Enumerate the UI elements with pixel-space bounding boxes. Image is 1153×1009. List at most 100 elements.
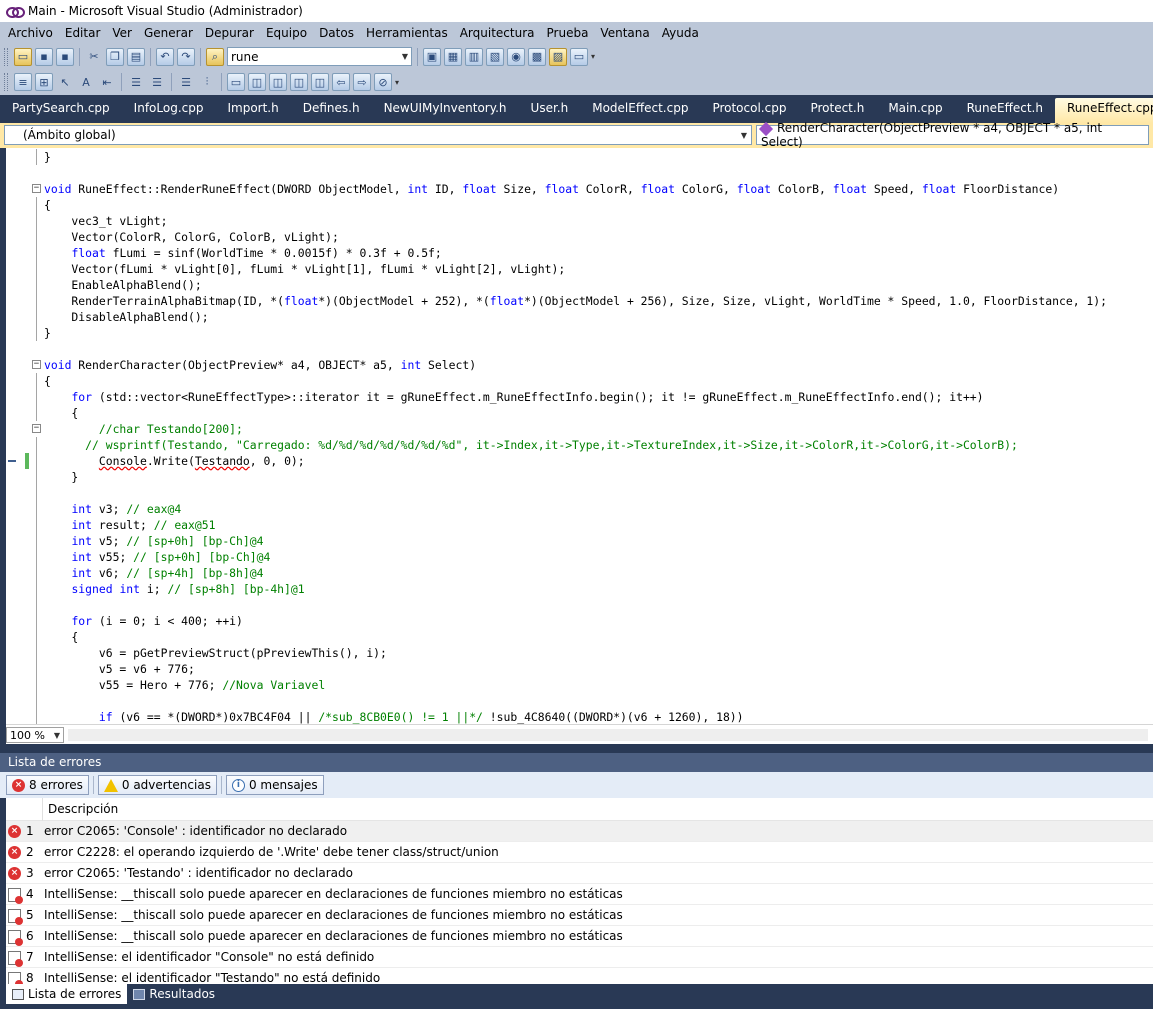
team-explorer-icon[interactable]: ▩: [528, 47, 546, 66]
table-row[interactable]: × 1 error C2065: 'Console' : identificad…: [6, 821, 1153, 842]
tab-output[interactable]: Resultados: [127, 984, 221, 1004]
complete-word-icon[interactable]: A: [77, 73, 95, 91]
tab-partysearch-cpp[interactable]: PartySearch.cpp: [0, 98, 122, 123]
chevron-down-icon[interactable]: ▼: [741, 131, 747, 140]
save-icon[interactable]: ▪: [35, 47, 53, 66]
align-left-icon[interactable]: ☰: [127, 73, 145, 91]
table-row[interactable]: 8 IntelliSense: el identificador "Testan…: [6, 968, 1153, 984]
table-row[interactable]: 6 IntelliSense: __thiscall solo puede ap…: [6, 926, 1153, 947]
member-dropdown[interactable]: RenderCharacter(ObjectPreview * a4, OBJE…: [756, 121, 1149, 149]
open-folder-icon[interactable]: ▭: [14, 47, 32, 66]
align-right-icon[interactable]: ☰: [148, 73, 166, 91]
comment-icon[interactable]: ☰: [177, 73, 195, 91]
table-row[interactable]: × 3 error C2065: 'Testando' : identifica…: [6, 863, 1153, 884]
next-bookmark-icon[interactable]: ◫: [269, 73, 287, 91]
menu-ver[interactable]: Ver: [106, 22, 138, 44]
collapse-icon[interactable]: −: [32, 360, 41, 369]
menu-ventana[interactable]: Ventana: [594, 22, 655, 44]
object-browser-icon[interactable]: ▥: [465, 47, 483, 66]
table-row[interactable]: × 2 error C2228: el operando izquierdo d…: [6, 842, 1153, 863]
menu-editar[interactable]: Editar: [59, 22, 107, 44]
code-line: EnableAlphaBlend();: [6, 277, 1153, 293]
warnings-filter-button[interactable]: 0 advertencias: [97, 775, 217, 795]
horizontal-scrollbar[interactable]: [68, 729, 1148, 741]
messages-filter-label: 0 mensajes: [248, 778, 318, 792]
code-line: int v5; // [sp+0h] [bp-Ch]@4: [6, 533, 1153, 549]
tab-error-list[interactable]: Lista de errores: [6, 984, 128, 1004]
code-line: − void RuneEffect::RenderRuneEffect(DWORD…: [32, 182, 1060, 196]
previous-bookmark-folder-icon[interactable]: ◫: [290, 73, 308, 91]
previous-bookmark-document-icon[interactable]: ⇦: [332, 73, 350, 91]
code-lines[interactable]: } − void RuneEffect::RenderRuneEffect(DWO…: [6, 149, 1153, 724]
command-window-icon[interactable]: ▭: [570, 47, 588, 66]
table-row[interactable]: 5 IntelliSense: __thiscall solo puede ap…: [6, 905, 1153, 926]
quick-info-icon[interactable]: ↖: [56, 73, 74, 91]
tab-protocol-cpp[interactable]: Protocol.cpp: [700, 98, 798, 123]
errors-filter-button[interactable]: × 8 errores: [6, 775, 89, 795]
parameter-info-icon[interactable]: ⊞: [35, 73, 53, 91]
code-editor[interactable]: } − void RuneEffect::RenderRuneEffect(DWO…: [6, 148, 1153, 724]
toolbar-overflow-icon[interactable]: ▾: [395, 78, 399, 87]
table-row[interactable]: 7 IntelliSense: el identificador "Consol…: [6, 947, 1153, 968]
menu-archivo[interactable]: Archivo: [2, 22, 59, 44]
tab-user-h[interactable]: User.h: [519, 98, 581, 123]
menu-generar[interactable]: Generar: [138, 22, 199, 44]
tab-defines-h[interactable]: Defines.h: [291, 98, 372, 123]
toolbar-separator: [121, 73, 122, 91]
code-line: vec3_t vLight;: [6, 213, 1153, 229]
tab-newuimyinventory-h[interactable]: NewUIMyInventory.h: [372, 98, 519, 123]
tab-import-h[interactable]: Import.h: [215, 98, 290, 123]
start-page-icon[interactable]: ◉: [507, 47, 525, 66]
redo-icon[interactable]: ↷: [177, 47, 195, 66]
tab-main-cpp[interactable]: Main.cpp: [876, 98, 954, 123]
menu-ayuda[interactable]: Ayuda: [656, 22, 705, 44]
toolbar-grip[interactable]: [4, 73, 8, 91]
chevron-down-icon[interactable]: ▼: [402, 52, 408, 61]
tab-protect-h[interactable]: Protect.h: [798, 98, 876, 123]
previous-bookmark-icon[interactable]: ◫: [248, 73, 266, 91]
properties-icon[interactable]: ▦: [444, 47, 462, 66]
toolbar-separator: [79, 47, 80, 66]
menu-depurar[interactable]: Depurar: [199, 22, 260, 44]
scope-dropdown[interactable]: (Ámbito global) ▼: [4, 125, 752, 145]
menu-bar: Archivo Editar Ver Generar Depurar Equip…: [0, 22, 1153, 44]
cut-icon[interactable]: ✂: [85, 48, 103, 66]
code-line: [6, 597, 1153, 613]
chevron-down-icon[interactable]: ▼: [54, 731, 60, 740]
toolbar-grip[interactable]: [4, 47, 8, 66]
column-header-description[interactable]: Descripción: [6, 798, 1153, 821]
save-all-icon[interactable]: ▪: [56, 47, 74, 66]
toolbox-icon[interactable]: ▧: [486, 47, 504, 66]
clear-bookmarks-icon[interactable]: ⊘: [374, 73, 392, 91]
menu-arquitectura[interactable]: Arquitectura: [454, 22, 541, 44]
table-row[interactable]: 4 IntelliSense: __thiscall solo puede ap…: [6, 884, 1153, 905]
menu-herramientas[interactable]: Herramientas: [360, 22, 454, 44]
collapse-icon[interactable]: −: [32, 184, 41, 193]
tab-runeeffect-cpp[interactable]: RuneEffect.cpp: [1054, 98, 1153, 123]
uncomment-icon[interactable]: ⫶: [198, 73, 216, 91]
undo-icon[interactable]: ↶: [156, 47, 174, 66]
next-bookmark-folder-icon[interactable]: ◫: [311, 73, 329, 91]
zoom-dropdown[interactable]: 100 % ▼: [6, 727, 64, 743]
messages-filter-button[interactable]: i 0 mensajes: [225, 775, 324, 795]
find-in-files-icon[interactable]: ⌕: [206, 47, 224, 66]
menu-prueba[interactable]: Prueba: [541, 22, 595, 44]
search-combo[interactable]: rune ▼: [227, 47, 412, 66]
paste-icon[interactable]: ▤: [127, 47, 145, 66]
extension-manager-icon[interactable]: ▨: [549, 47, 567, 66]
decrease-indent-icon[interactable]: ⇤: [98, 73, 116, 91]
menu-datos[interactable]: Datos: [313, 22, 360, 44]
tool-window-tabs: Lista de errores Resultados: [0, 984, 1153, 1009]
tab-infolog-cpp[interactable]: InfoLog.cpp: [122, 98, 216, 123]
toolbar-overflow-icon[interactable]: ▾: [591, 52, 595, 61]
toggle-bookmark-icon[interactable]: ▭: [227, 73, 245, 91]
tab-runeeffect-h[interactable]: RuneEffect.h: [955, 98, 1055, 123]
next-bookmark-document-icon[interactable]: ⇨: [353, 73, 371, 91]
collapse-icon[interactable]: −: [32, 424, 41, 433]
copy-icon[interactable]: ❐: [106, 47, 124, 66]
list-members-icon[interactable]: ≡: [14, 73, 32, 91]
member-dropdown-value: RenderCharacter(ObjectPreview * a4, OBJE…: [761, 121, 1103, 149]
tab-modeleffect-cpp[interactable]: ModelEffect.cpp: [580, 98, 700, 123]
menu-equipo[interactable]: Equipo: [260, 22, 313, 44]
solution-explorer-icon[interactable]: ▣: [423, 47, 441, 66]
